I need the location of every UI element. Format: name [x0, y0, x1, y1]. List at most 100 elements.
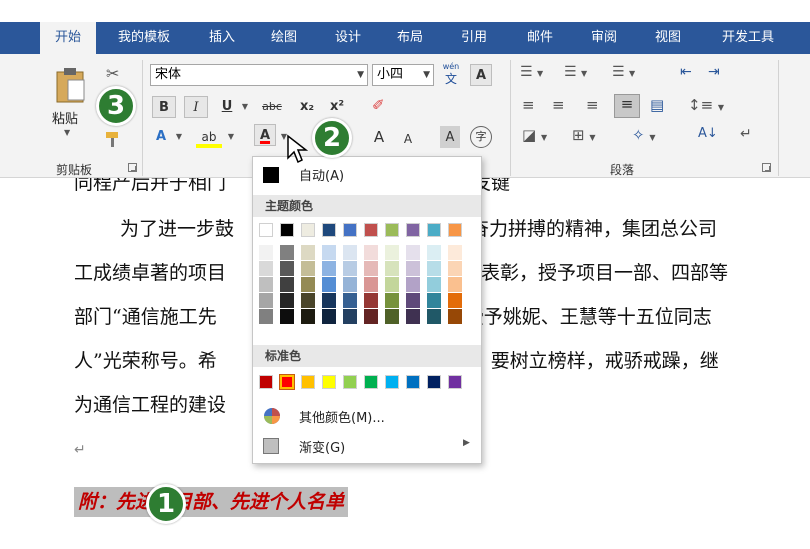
theme-color-swatch[interactable]: [343, 293, 357, 308]
theme-color-swatch[interactable]: [448, 293, 462, 308]
standard-color-swatch[interactable]: [301, 375, 315, 389]
strikethrough-button[interactable]: abc: [256, 96, 288, 118]
theme-color-swatch[interactable]: [364, 309, 378, 324]
tab-home[interactable]: 开始: [40, 22, 96, 58]
theme-color-swatch[interactable]: [385, 261, 399, 276]
theme-color-swatch[interactable]: [364, 223, 378, 237]
grow-font-button[interactable]: A: [370, 126, 388, 148]
theme-color-swatch[interactable]: [343, 309, 357, 324]
theme-color-swatch[interactable]: [280, 277, 294, 292]
theme-color-swatch[interactable]: [448, 277, 462, 292]
theme-color-swatch[interactable]: [406, 223, 420, 237]
shading-icon[interactable]: ◪ ▼: [522, 126, 547, 144]
decrease-indent-icon[interactable]: ⇤: [680, 64, 692, 80]
align-center-icon[interactable]: ≡: [552, 96, 565, 114]
theme-color-swatch[interactable]: [406, 261, 420, 276]
theme-color-swatch[interactable]: [406, 293, 420, 308]
theme-color-swatch[interactable]: [259, 293, 273, 308]
theme-color-swatch[interactable]: [427, 223, 441, 237]
clipboard-launcher-icon[interactable]: [128, 163, 137, 172]
theme-color-swatch[interactable]: [364, 293, 378, 308]
justify-icon[interactable]: ≡: [614, 94, 640, 118]
paragraph-launcher-icon[interactable]: [762, 163, 771, 172]
font-name-combo[interactable]: 宋体 ▼: [150, 64, 368, 86]
theme-color-swatch[interactable]: [280, 245, 294, 260]
align-left-icon[interactable]: ≡: [522, 96, 535, 114]
paste-button[interactable]: 粘贴 ▼: [50, 64, 94, 150]
standard-color-swatch[interactable]: [385, 375, 399, 389]
character-shading-button[interactable]: A: [440, 126, 460, 148]
theme-color-swatch[interactable]: [322, 245, 336, 260]
standard-color-swatch[interactable]: [364, 375, 378, 389]
line-spacing-icon[interactable]: ↕≡ ▼: [688, 96, 724, 114]
theme-color-swatch[interactable]: [301, 309, 315, 324]
theme-color-swatch[interactable]: [301, 245, 315, 260]
theme-color-swatch[interactable]: [406, 245, 420, 260]
clear-formatting-icon[interactable]: ✐: [372, 96, 385, 114]
superscript-button[interactable]: x²: [326, 96, 348, 118]
theme-color-swatch[interactable]: [343, 261, 357, 276]
theme-color-swatch[interactable]: [280, 223, 294, 237]
text-effects-button[interactable]: A: [150, 126, 172, 148]
tab-mailings[interactable]: 邮件: [518, 22, 562, 54]
chevron-down-icon[interactable]: ▼: [240, 96, 250, 118]
more-colors-item[interactable]: 其他颜色(M)...: [253, 403, 481, 429]
theme-color-swatch[interactable]: [427, 277, 441, 292]
theme-color-swatch[interactable]: [364, 245, 378, 260]
tab-review[interactable]: 审阅: [582, 22, 626, 54]
increase-indent-icon[interactable]: ⇥: [708, 64, 720, 80]
chevron-down-icon[interactable]: ▼: [226, 126, 236, 148]
theme-color-swatch[interactable]: [427, 245, 441, 260]
standard-color-swatch[interactable]: [427, 375, 441, 389]
theme-color-swatch[interactable]: [322, 223, 336, 237]
tab-my-templates[interactable]: 我的模板: [106, 22, 182, 54]
theme-color-swatch[interactable]: [301, 261, 315, 276]
font-color-button[interactable]: A: [254, 124, 276, 146]
sort-icon[interactable]: A↓: [698, 126, 718, 141]
tab-references[interactable]: 引用: [452, 22, 496, 54]
theme-color-swatch[interactable]: [343, 245, 357, 260]
borders-icon[interactable]: ⊞ ▼: [572, 126, 596, 144]
show-marks-icon[interactable]: ↵: [740, 126, 752, 142]
theme-color-swatch[interactable]: [364, 261, 378, 276]
underline-button[interactable]: U: [216, 96, 238, 118]
standard-color-swatch[interactable]: [448, 375, 462, 389]
theme-color-swatch[interactable]: [301, 277, 315, 292]
chinese-layout-icon[interactable]: ✧ ▼: [632, 126, 656, 144]
theme-color-swatch[interactable]: [322, 293, 336, 308]
theme-color-swatch[interactable]: [385, 223, 399, 237]
theme-color-swatch[interactable]: [322, 277, 336, 292]
theme-color-swatch[interactable]: [406, 309, 420, 324]
theme-color-swatch[interactable]: [322, 261, 336, 276]
theme-color-swatch[interactable]: [343, 277, 357, 292]
theme-color-swatch[interactable]: [301, 293, 315, 308]
gradient-item[interactable]: 渐变(G) ▶: [253, 433, 481, 459]
theme-color-swatch[interactable]: [385, 245, 399, 260]
tab-layout[interactable]: 布局: [388, 22, 432, 54]
theme-color-swatch[interactable]: [364, 277, 378, 292]
tab-insert[interactable]: 插入: [200, 22, 244, 54]
theme-color-swatch[interactable]: [259, 277, 273, 292]
theme-color-swatch[interactable]: [280, 261, 294, 276]
phonetic-guide-button[interactable]: wén 文: [440, 62, 462, 88]
standard-color-swatch[interactable]: [259, 375, 273, 389]
theme-color-swatch[interactable]: [301, 223, 315, 237]
tab-draw[interactable]: 绘图: [262, 22, 306, 54]
selected-caption-text[interactable]: 附：先进项目部、先进个人名单: [74, 487, 349, 517]
automatic-color-item[interactable]: 自动(A): [253, 161, 481, 187]
chevron-down-icon[interactable]: ▼: [174, 126, 184, 148]
tab-developer[interactable]: 开发工具: [708, 22, 788, 54]
multilevel-list-icon[interactable]: ☰ ▼: [612, 64, 635, 80]
standard-color-swatch[interactable]: [322, 375, 336, 389]
theme-color-swatch[interactable]: [448, 309, 462, 324]
format-painter-icon[interactable]: [104, 130, 122, 148]
theme-color-swatch[interactable]: [448, 223, 462, 237]
theme-color-swatch[interactable]: [280, 309, 294, 324]
theme-color-swatch[interactable]: [448, 245, 462, 260]
standard-color-swatch[interactable]: [343, 375, 357, 389]
bullets-icon[interactable]: ☰ ▼: [520, 64, 543, 80]
font-size-combo[interactable]: 小四 ▼: [372, 64, 434, 86]
theme-color-swatch[interactable]: [385, 309, 399, 324]
theme-color-swatch[interactable]: [322, 309, 336, 324]
theme-color-swatch[interactable]: [427, 261, 441, 276]
